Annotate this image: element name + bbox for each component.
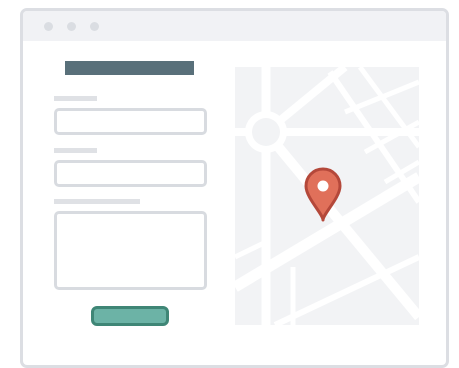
message-field-label — [54, 199, 140, 204]
title-bar — [23, 11, 446, 41]
name-field-label — [54, 96, 97, 101]
name-input[interactable] — [54, 108, 207, 135]
browser-window — [20, 8, 449, 368]
form-title — [65, 61, 194, 75]
submit-button[interactable] — [91, 306, 169, 326]
window-close-button[interactable] — [44, 22, 53, 31]
message-textarea[interactable] — [54, 211, 207, 290]
email-field-label — [54, 148, 97, 153]
window-maximize-button[interactable] — [90, 22, 99, 31]
window-minimize-button[interactable] — [67, 22, 76, 31]
email-input[interactable] — [54, 160, 207, 187]
location-map[interactable] — [235, 67, 419, 325]
